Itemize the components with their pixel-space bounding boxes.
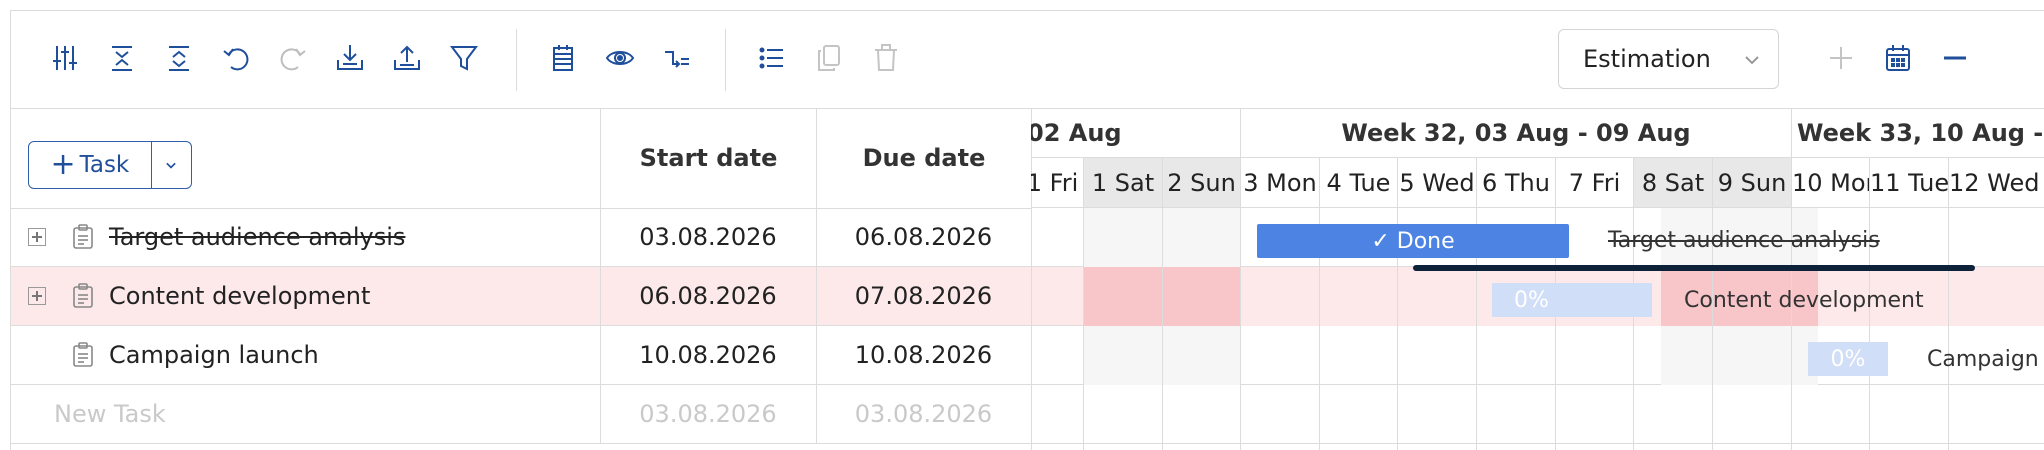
chevron-down-icon [1745, 56, 1759, 65]
add-task-label: Task [79, 152, 130, 178]
task-start-date[interactable]: 06.08.2026 [600, 267, 816, 325]
add-task-dropdown[interactable] [150, 142, 191, 188]
export-icon[interactable] [389, 40, 425, 76]
zoom-in-icon[interactable] [1823, 40, 1859, 76]
expand-all-icon[interactable] [161, 40, 197, 76]
day-gridline [1240, 208, 1241, 450]
task-due-date[interactable]: 10.08.2026 [816, 326, 1031, 384]
day-header: 1 Sat [1083, 158, 1162, 208]
task-name[interactable]: Campaign launch [109, 326, 319, 384]
toolbar-divider [516, 29, 517, 91]
task-start-date[interactable]: 10.08.2026 [600, 326, 816, 384]
add-task-button[interactable]: + Task [29, 142, 151, 188]
task-due-date[interactable]: 06.08.2026 [816, 208, 1031, 266]
plus-icon: + [50, 147, 76, 182]
task-bar-progress[interactable]: 0% [1808, 342, 1888, 376]
done-label: ✓ Done [1371, 228, 1455, 254]
progress-label: 0% [1514, 287, 1549, 313]
delete-icon[interactable] [868, 40, 904, 76]
toolbar: Estimation [11, 11, 2044, 109]
task-start-date[interactable]: 03.08.2026 [600, 385, 816, 443]
import-icon[interactable] [332, 40, 368, 76]
dependency-icon[interactable] [659, 40, 695, 76]
weekend-column [1661, 326, 1818, 385]
column-settings-icon[interactable] [47, 40, 83, 76]
task-bar-label: Content development [1684, 288, 1924, 313]
day-header: 7 Fri [1555, 158, 1633, 208]
week-label: Week 32, 03 Aug - 09 Aug [1341, 118, 1691, 147]
column-header-due-date[interactable]: Due date [816, 108, 1031, 208]
task-due-date[interactable]: 03.08.2026 [816, 385, 1031, 443]
day-header: 2 Sun [1162, 158, 1240, 208]
copy-icon[interactable] [811, 40, 847, 76]
expand-toggle-icon[interactable] [28, 228, 46, 246]
grid-divider [816, 208, 817, 444]
day-gridline [1948, 208, 1949, 450]
task-icon [73, 283, 93, 308]
day-header: 5 Wed [1397, 158, 1476, 208]
zoom-out-icon[interactable] [1937, 40, 1973, 76]
new-task-placeholder[interactable]: New Task [54, 385, 166, 443]
task-start-date[interactable]: 03.08.2026 [600, 208, 816, 266]
task-bar-label: Campaign launch [1927, 347, 2044, 372]
task-icon [73, 342, 93, 367]
gantt-app: Estimation + Task Start date Due date Ta… [10, 10, 2044, 450]
day-header: 3 Mon [1240, 158, 1319, 208]
grid-header: + Task Start date Due date [11, 108, 1031, 209]
week-header: 02 Aug [1031, 108, 1240, 158]
day-header: 8 Sat [1633, 158, 1712, 208]
chevron-down-icon [166, 162, 177, 169]
progress-label: 0% [1830, 346, 1866, 372]
critical-path-line [1413, 265, 1975, 271]
list-icon[interactable] [754, 40, 790, 76]
calendar-view-icon[interactable] [545, 40, 581, 76]
day-header: 4 Tue [1319, 158, 1397, 208]
day-header: 10 Mon [1791, 158, 1869, 208]
day-header: 11 Tue [1869, 158, 1948, 208]
task-bar-progress[interactable]: 0% [1492, 283, 1652, 317]
toolbar-divider [725, 29, 726, 91]
column-header-start-date[interactable]: Start date [600, 108, 816, 208]
task-icon [73, 224, 93, 249]
day-gridline [1083, 208, 1084, 450]
task-name[interactable]: Target audience analysis [109, 208, 405, 266]
today-icon[interactable] [1880, 40, 1916, 76]
eye-icon[interactable] [602, 40, 638, 76]
week-header: Week 33, 10 Aug - 16 Aug [1791, 108, 2044, 158]
day-header: 6 Thu [1476, 158, 1555, 208]
day-header: 1 Fri [1031, 158, 1083, 208]
week-label: 02 Aug [1031, 118, 1122, 147]
filter-icon[interactable] [446, 40, 482, 76]
task-bar-label: Target audience analysis [1608, 228, 1880, 253]
task-bar-done[interactable]: ✓ Done [1257, 224, 1569, 258]
view-select[interactable]: Estimation [1558, 29, 1779, 89]
week-header: Week 32, 03 Aug - 09 Aug [1240, 108, 1791, 158]
grid-divider [600, 208, 601, 444]
task-due-date[interactable]: 07.08.2026 [816, 267, 1031, 325]
redo-icon[interactable] [275, 40, 311, 76]
task-name[interactable]: Content development [109, 267, 370, 325]
collapse-all-icon[interactable] [104, 40, 140, 76]
add-task-button-group: + Task [28, 141, 192, 189]
day-header: 12 Wed [1948, 158, 2044, 208]
week-label: Week 33, 10 Aug - 16 Aug [1797, 118, 2044, 147]
expand-toggle-icon[interactable] [28, 287, 46, 305]
view-select-value: Estimation [1583, 45, 1711, 73]
day-gridline [1162, 208, 1163, 450]
day-header: 9 Sun [1712, 158, 1791, 208]
undo-icon[interactable] [218, 40, 254, 76]
timeline: 02 Aug Week 32, 03 Aug - 09 Aug Week 33,… [1031, 108, 2044, 450]
